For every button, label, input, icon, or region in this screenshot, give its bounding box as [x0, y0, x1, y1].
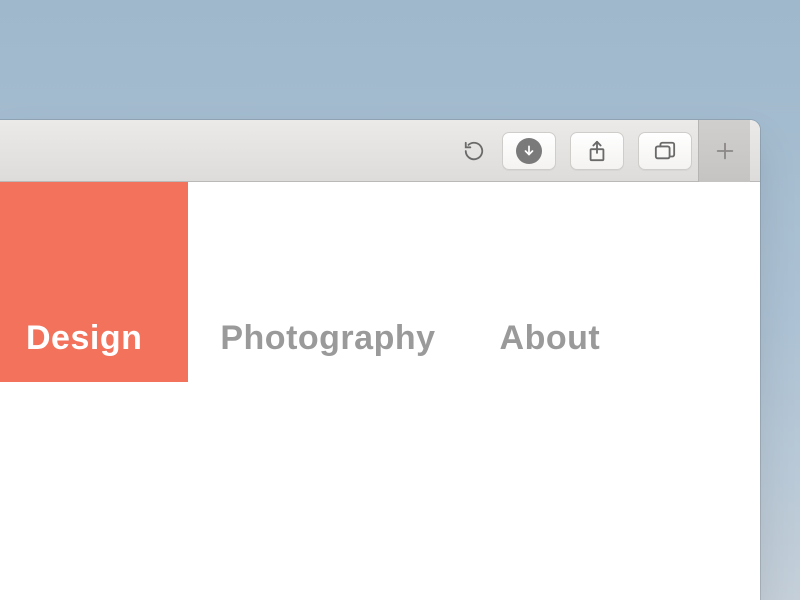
browser-window: Design Photography About: [0, 120, 760, 600]
nav-item-label: Photography: [220, 319, 435, 358]
nav-item-label: Design: [26, 319, 142, 358]
nav-item-about[interactable]: About: [468, 182, 633, 382]
download-icon: [516, 138, 542, 164]
downloads-button[interactable]: [502, 132, 556, 170]
reload-icon: [463, 140, 485, 162]
browser-toolbar: [0, 120, 760, 182]
nav-item-photography[interactable]: Photography: [188, 182, 467, 382]
share-icon: [586, 139, 608, 163]
nav-item-design[interactable]: Design: [0, 182, 188, 382]
address-bar-area: [0, 137, 502, 165]
primary-nav: Design Photography About: [0, 182, 632, 382]
tabs-icon: [653, 140, 677, 162]
nav-item-label: About: [500, 319, 601, 358]
toolbar-button-group: [502, 132, 698, 170]
reload-button[interactable]: [460, 137, 488, 165]
tabs-button[interactable]: [638, 132, 692, 170]
plus-icon: [714, 140, 736, 162]
page-content: Design Photography About: [0, 182, 760, 600]
new-tab-button[interactable]: [698, 120, 750, 182]
share-button[interactable]: [570, 132, 624, 170]
